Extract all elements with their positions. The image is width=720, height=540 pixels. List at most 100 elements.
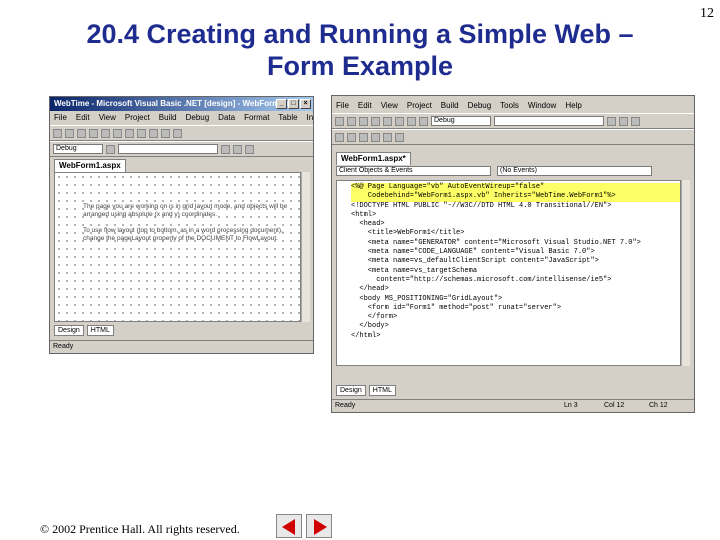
start-icon[interactable] [173, 128, 182, 138]
left-menu-item[interactable]: Debug [186, 112, 210, 124]
view-tab[interactable]: HTML [368, 385, 396, 396]
right-toolbar-1: Debug [332, 113, 694, 129]
view-tab[interactable]: HTML [86, 325, 114, 336]
right-menu-item[interactable]: Window [528, 100, 556, 112]
left-menu-item[interactable]: View [99, 112, 116, 124]
format-icon-4[interactable] [371, 132, 380, 142]
right-view-tabs: Design HTML [336, 385, 399, 396]
paste-icon[interactable] [407, 116, 416, 126]
page-number: 12 [700, 6, 714, 21]
left-status-bar: Ready [50, 340, 313, 353]
grid-info-text: arranged using absolute (x and y) coordi… [83, 211, 218, 218]
slide-title: 20.4 Creating and Running a Simple Web –… [40, 18, 680, 82]
format-icon-6[interactable] [395, 132, 404, 142]
grid-info-text: change the pageLayout property of the DO… [83, 235, 278, 242]
right-status-bar: Ready Ln 3 Col 12 Ch 12 [332, 399, 694, 412]
right-vertical-scrollbar[interactable] [681, 180, 690, 366]
undo-icon[interactable] [149, 128, 158, 138]
code-line: <form id="Form1" method="post" runat="se… [351, 303, 562, 312]
config-combo[interactable]: Debug [53, 144, 103, 154]
left-doc-tab[interactable]: WebForm1.aspx [54, 159, 126, 172]
new-project-icon[interactable] [53, 128, 62, 138]
toolbox-icon[interactable] [619, 116, 628, 126]
debug-icon[interactable] [607, 116, 616, 126]
left-menu-item[interactable]: Format [244, 112, 269, 124]
right-config-combo[interactable]: Debug [431, 116, 491, 126]
left-menu-item[interactable]: Insert [307, 112, 313, 124]
save-all-icon[interactable] [101, 128, 110, 138]
left-menu-item[interactable]: Edit [76, 112, 90, 124]
redo-icon[interactable] [161, 128, 170, 138]
open-icon[interactable] [359, 116, 368, 126]
copy-icon[interactable] [125, 128, 134, 138]
open-icon[interactable] [77, 128, 86, 138]
right-menu-item[interactable]: Build [441, 100, 459, 112]
right-menubar: File Edit View Project Build Debug Tools Window… [332, 99, 694, 113]
properties-icon[interactable] [233, 144, 242, 154]
design-grid[interactable]: The page you are working on is in grid l… [54, 172, 301, 322]
format-icon-2[interactable] [347, 132, 356, 142]
right-menu-item[interactable]: Help [565, 100, 581, 112]
copy-icon[interactable] [395, 116, 404, 126]
code-line: <%@ Page Language="vb" AutoEventWireup="… [351, 183, 680, 193]
maximize-button[interactable]: □ [288, 99, 299, 109]
view-tab[interactable]: Design [336, 385, 366, 396]
cut-icon[interactable] [383, 116, 392, 126]
left-menu-item[interactable]: Table [278, 112, 297, 124]
left-toolbar-2: Debug [50, 141, 313, 157]
close-button[interactable]: × [300, 99, 311, 109]
format-icon-1[interactable] [335, 132, 344, 142]
code-line: <head> [351, 220, 385, 229]
add-item-icon[interactable] [65, 128, 74, 138]
right-find-combo[interactable] [494, 116, 604, 126]
left-menu-item[interactable]: Project [125, 112, 150, 124]
client-objects-combo[interactable]: Client Objects & Events [336, 166, 491, 176]
properties-icon[interactable] [631, 116, 640, 126]
left-menu-item[interactable]: Build [159, 112, 177, 124]
status-column: Col 12 [604, 402, 625, 409]
save-icon[interactable] [89, 128, 98, 138]
status-character: Ch 12 [649, 402, 668, 409]
slide-title-line1: 20.4 Creating and Running a Simple Web – [86, 19, 634, 49]
format-icon-3[interactable] [359, 132, 368, 142]
add-item-icon[interactable] [347, 116, 356, 126]
minimize-button[interactable]: _ [276, 99, 287, 109]
toolbox-icon[interactable] [221, 144, 230, 154]
html-code-editor[interactable]: <%@ Page Language="vb" AutoEventWireup="… [336, 180, 681, 366]
find-combo[interactable] [118, 144, 218, 154]
solution-explorer-icon[interactable] [245, 144, 254, 154]
events-combo[interactable]: (No Events) [497, 166, 652, 176]
paste-icon[interactable] [137, 128, 146, 138]
previous-slide-button[interactable] [276, 514, 302, 538]
vs-design-window: WebTime - Microsoft Visual Basic .NET [d… [49, 96, 314, 354]
next-slide-button[interactable] [306, 514, 332, 538]
format-icon-5[interactable] [383, 132, 392, 142]
right-arrow-icon [314, 519, 327, 535]
right-menu-item[interactable]: Debug [468, 100, 492, 112]
left-menubar: File Edit View Project Build Debug Data Format T… [50, 111, 313, 125]
right-menu-item[interactable]: File [336, 100, 349, 112]
save-icon[interactable] [371, 116, 380, 126]
code-line: </body> [351, 322, 389, 331]
view-tab[interactable]: Design [54, 325, 84, 336]
vs-html-window: File Edit View Project Build Debug Tools Window… [331, 95, 695, 413]
right-status-text: Ready [335, 402, 356, 409]
grid-info-text: The page you are working on is in grid l… [83, 203, 288, 210]
right-doc-tab[interactable]: WebForm1.aspx* [336, 152, 411, 165]
right-menu-item[interactable]: Project [407, 100, 432, 112]
left-window-title: WebTime - Microsoft Visual Basic .NET [d… [54, 99, 305, 108]
undo-icon[interactable] [419, 116, 428, 126]
left-vertical-scrollbar[interactable] [301, 172, 310, 322]
right-menu-item[interactable]: View [381, 100, 398, 112]
right-menu-item[interactable]: Tools [500, 100, 519, 112]
left-menu-item[interactable]: Data [218, 112, 235, 124]
code-line: <html> [351, 210, 377, 219]
new-project-icon[interactable] [335, 116, 344, 126]
copyright-footer: © 2002 Prentice Hall. All rights reserve… [40, 522, 240, 536]
left-menu-item[interactable]: File [54, 112, 67, 124]
find-icon[interactable] [106, 144, 115, 154]
left-view-tabs: Design HTML [54, 325, 117, 336]
right-toolbar-2 [332, 129, 694, 145]
right-menu-item[interactable]: Edit [358, 100, 372, 112]
cut-icon[interactable] [113, 128, 122, 138]
